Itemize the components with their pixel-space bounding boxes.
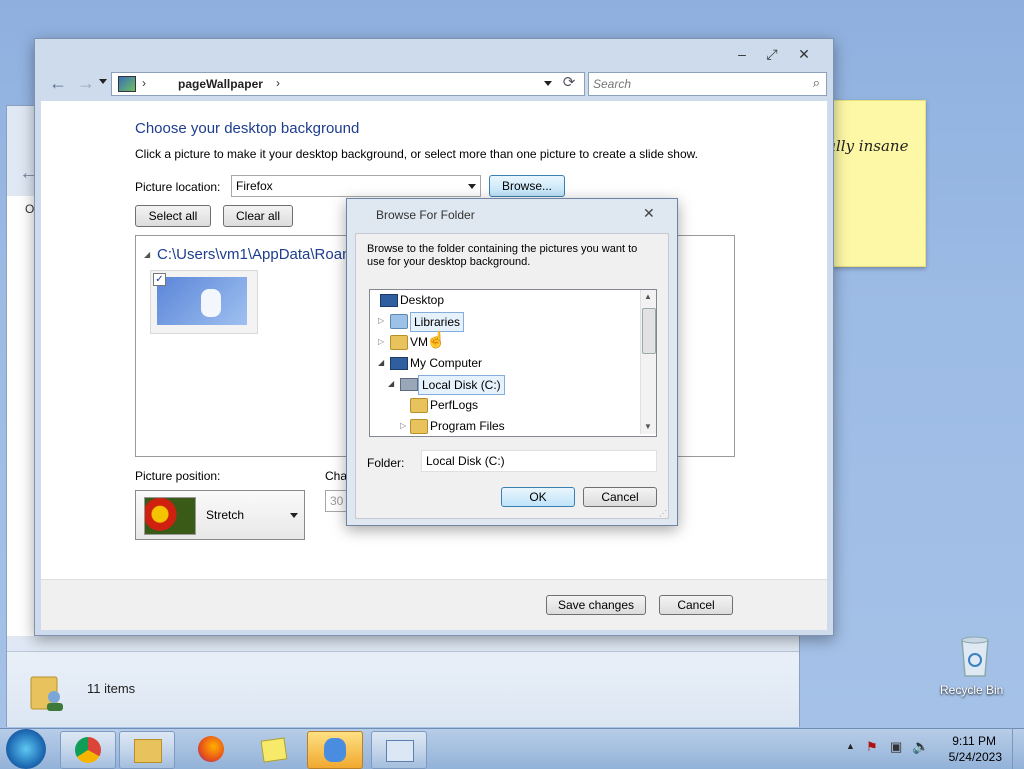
tree-item-label: Local Disk (C:) bbox=[418, 375, 505, 395]
expand-icon[interactable]: ▷ bbox=[378, 312, 384, 330]
forward-icon[interactable]: → bbox=[77, 73, 95, 94]
chevron-right-icon[interactable]: › bbox=[276, 76, 280, 90]
clock-time[interactable]: 9:11 PM bbox=[952, 734, 996, 748]
picture-position-select[interactable]: Stretch bbox=[135, 490, 305, 540]
maximize-button[interactable]: ⤢ bbox=[761, 45, 783, 63]
select-all-button[interactable]: Select all bbox=[135, 205, 211, 227]
show-desktop-button[interactable] bbox=[1012, 729, 1024, 769]
chevron-right-icon[interactable]: › bbox=[142, 76, 146, 90]
drive-icon bbox=[400, 378, 418, 391]
user-folder-icon bbox=[390, 335, 408, 350]
start-button[interactable] bbox=[6, 729, 46, 769]
show-hidden-icons[interactable]: ▲ bbox=[846, 741, 855, 751]
tree-item-label: Desktop bbox=[400, 293, 445, 307]
expand-icon[interactable]: ▷ bbox=[378, 333, 384, 351]
sticky-note-text: tally insane bbox=[826, 137, 909, 155]
collapse-icon[interactable]: ◢ bbox=[388, 375, 394, 393]
tree-item-label: PerfLogs bbox=[430, 398, 479, 412]
tree-item-label: Libraries bbox=[410, 312, 465, 332]
minimize-button[interactable]: – bbox=[731, 45, 753, 63]
resize-grip-icon[interactable]: ⋰ bbox=[659, 509, 667, 518]
collapse-icon[interactable]: ◢ bbox=[144, 250, 150, 259]
picture-location-label: Picture location: bbox=[135, 180, 221, 194]
picture-location-select[interactable]: Firefox bbox=[231, 175, 481, 197]
back-icon[interactable]: ← bbox=[49, 73, 67, 94]
scroll-thumb[interactable] bbox=[642, 308, 656, 354]
sticky-note[interactable]: tally insane bbox=[826, 100, 926, 267]
recycle-bin-icon[interactable] bbox=[950, 630, 1000, 680]
flower-preview-icon bbox=[144, 497, 196, 535]
page-description: Click a picture to make it your desktop … bbox=[135, 147, 698, 161]
search-input[interactable]: Search ⌕ bbox=[588, 72, 827, 96]
folder-icon bbox=[134, 739, 162, 763]
scroll-down-icon[interactable]: ▼ bbox=[644, 422, 652, 431]
sticky-notes-icon bbox=[260, 737, 288, 763]
sticky-notes-taskbar-button[interactable] bbox=[246, 731, 300, 767]
character-icon bbox=[201, 289, 221, 317]
personalization-taskbar-button[interactable] bbox=[307, 731, 363, 769]
libraries-icon bbox=[390, 314, 408, 329]
tree-item-label: Program Files bbox=[430, 419, 505, 433]
ok-button[interactable]: OK bbox=[501, 487, 575, 507]
firefox-taskbar-button[interactable] bbox=[184, 731, 238, 767]
picture-position-label: Picture position: bbox=[135, 469, 221, 483]
folder-icon bbox=[410, 419, 428, 434]
control-panel-taskbar-button[interactable] bbox=[371, 731, 427, 769]
control-panel-icon bbox=[118, 76, 136, 92]
chevron-down-icon[interactable] bbox=[468, 184, 476, 189]
taskbar: ▲ ⚑ ▣ 🔈 9:11 PM 5/24/2023 bbox=[0, 728, 1024, 769]
save-changes-button[interactable]: Save changes bbox=[546, 595, 646, 615]
folder-icon bbox=[410, 398, 428, 413]
folder-field-value: Local Disk (C:) bbox=[426, 454, 505, 468]
clock-date[interactable]: 5/24/2023 bbox=[949, 750, 1002, 764]
chrome-icon bbox=[75, 737, 101, 763]
history-dropdown-icon[interactable] bbox=[99, 79, 107, 84]
address-bar[interactable]: › pageWallpaper › bbox=[111, 72, 585, 96]
tree-scrollbar[interactable]: ▲ ▼ bbox=[640, 290, 656, 434]
breadcrumb[interactable]: pageWallpaper bbox=[178, 77, 263, 91]
folder-field[interactable]: Local Disk (C:) bbox=[421, 450, 657, 472]
firefox-icon bbox=[198, 736, 224, 762]
search-icon[interactable]: ⌕ bbox=[813, 75, 820, 91]
folder-path-heading: C:\Users\vm1\AppData\Roam bbox=[157, 246, 355, 263]
action-center-icon[interactable]: ⚑ bbox=[866, 739, 878, 755]
wallpaper-thumbnail[interactable]: ✓ bbox=[150, 270, 258, 334]
dialog-close-icon[interactable]: ✕ bbox=[643, 205, 655, 222]
users-icon bbox=[324, 738, 346, 762]
tree-item-label: My Computer bbox=[410, 356, 483, 370]
monitor-icon bbox=[380, 294, 398, 307]
browse-button[interactable]: Browse... bbox=[489, 175, 565, 197]
computer-icon bbox=[390, 357, 408, 370]
dialog-cancel-button[interactable]: Cancel bbox=[583, 487, 657, 507]
folder-label: Folder: bbox=[367, 456, 405, 470]
address-dropdown-icon[interactable] bbox=[544, 81, 552, 86]
cancel-button[interactable]: Cancel bbox=[659, 595, 733, 615]
volume-icon[interactable]: 🔈 bbox=[912, 738, 929, 755]
picture-position-value: Stretch bbox=[206, 508, 245, 522]
clear-all-button[interactable]: Clear all bbox=[223, 205, 293, 227]
dialog-description: Browse to the folder containing the pict… bbox=[367, 243, 638, 268]
picture-location-value: Firefox bbox=[236, 179, 273, 193]
control-panel-icon bbox=[386, 740, 414, 762]
explorer-taskbar-button[interactable] bbox=[119, 731, 175, 769]
footer-bar: Save changes Cancel bbox=[41, 579, 827, 630]
mouse-cursor-icon: ☝ bbox=[426, 332, 446, 349]
refresh-icon[interactable]: ⟳ bbox=[558, 72, 580, 94]
search-placeholder: Search bbox=[593, 77, 632, 91]
collapse-icon[interactable]: ◢ bbox=[378, 354, 384, 372]
folder-tree[interactable]: Desktop ▷ Libraries ▷ VM ◢ My Computer ◢… bbox=[369, 289, 657, 437]
expand-icon[interactable]: ▷ bbox=[400, 417, 406, 435]
scroll-up-icon[interactable]: ▲ bbox=[644, 292, 652, 301]
recycle-bin-label[interactable]: Recycle Bin bbox=[940, 683, 1003, 697]
close-button[interactable]: ✕ bbox=[793, 45, 815, 63]
user-folder-icon bbox=[29, 671, 65, 713]
chrome-taskbar-button[interactable] bbox=[60, 731, 116, 769]
browse-folder-dialog: Browse For Folder ✕ Browse to the folder… bbox=[346, 198, 678, 526]
chevron-down-icon[interactable] bbox=[290, 513, 298, 518]
item-count: 11 items bbox=[87, 681, 136, 696]
thumbnail-checkbox[interactable]: ✓ bbox=[153, 273, 166, 286]
page-title: Choose your desktop background bbox=[135, 120, 360, 137]
dialog-title: Browse For Folder bbox=[376, 208, 475, 222]
network-icon[interactable]: ▣ bbox=[890, 739, 902, 755]
